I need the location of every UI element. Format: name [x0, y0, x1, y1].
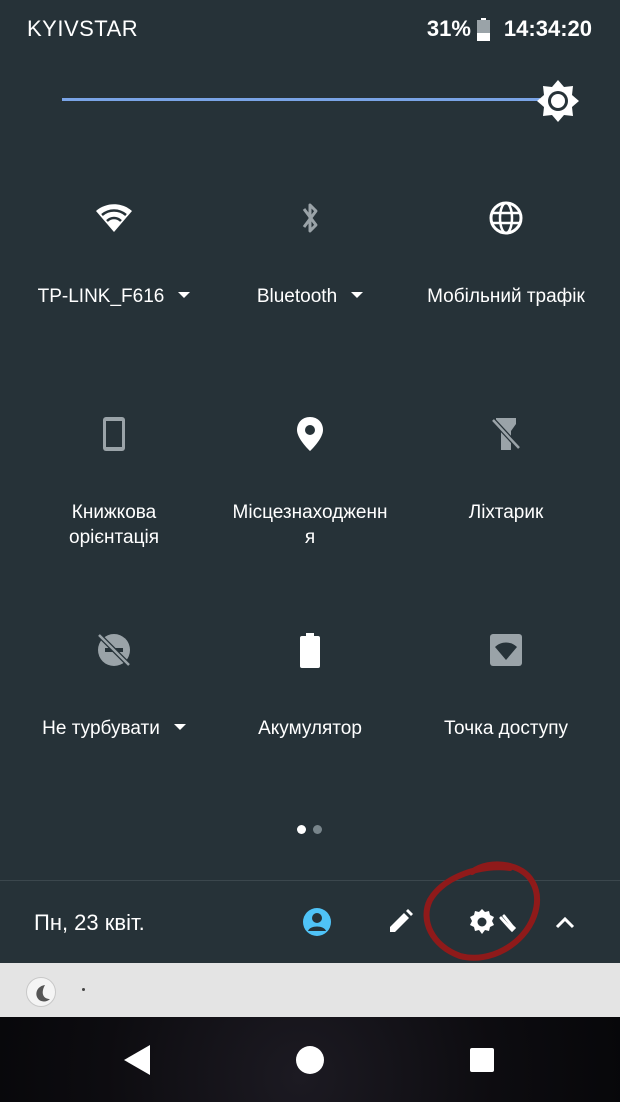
collapse-chevron-icon[interactable]: [546, 903, 584, 941]
notification-strip[interactable]: [0, 963, 620, 1017]
battery-percent: 31%: [426, 16, 471, 41]
tile-dnd-label: Не турбувати: [11, 716, 217, 741]
page-dot-active: [297, 825, 306, 834]
date-label: Пн, 23 квіт.: [34, 910, 145, 935]
clock: 14:34:20: [503, 16, 592, 41]
back-icon[interactable]: [120, 1042, 156, 1078]
do-not-disturb-off-icon: [97, 633, 131, 667]
user-account-icon[interactable]: [298, 903, 336, 941]
wrench-icon: [499, 914, 517, 933]
battery-icon: [300, 633, 320, 668]
brightness-slider[interactable]: [62, 78, 602, 122]
brightness-track: [62, 98, 540, 101]
status-bar: KYIVSTAR 31% 14:34:20: [0, 0, 620, 58]
portrait-phone-icon: [103, 417, 125, 451]
tile-location-label: Місцезнаходженн я: [232, 502, 388, 548]
edit-pencil-icon[interactable]: [381, 903, 419, 941]
location-pin-icon: [297, 417, 323, 451]
hotspot-icon: [490, 634, 522, 666]
globe-icon: [489, 201, 523, 235]
tile-orientation-label: Книжкова орієнтація: [69, 502, 159, 548]
notification-dot: [82, 988, 85, 991]
tile-wifi-label: TP-LINK_F616: [11, 284, 217, 309]
wifi-icon: [96, 204, 132, 232]
status-right: 31% 14:34:20: [427, 16, 592, 42]
battery-icon: [476, 17, 490, 41]
bluetooth-off-icon: [302, 203, 318, 233]
flashlight-off-icon: [491, 418, 521, 450]
home-icon[interactable]: [292, 1042, 328, 1078]
tile-mobile-data-label: Мобільний трафік: [427, 286, 585, 307]
page-dot: [313, 825, 322, 834]
tile-battery-label: Акумулятор: [258, 718, 362, 739]
recents-icon[interactable]: [464, 1042, 500, 1078]
tile-flashlight-label: Ліхтарик: [468, 502, 544, 523]
moon-icon: [26, 977, 56, 1007]
carrier-name: KYIVSTAR: [27, 16, 139, 41]
brightness-icon[interactable]: [535, 78, 581, 124]
tile-hotspot-label: Точка доступу: [443, 718, 569, 739]
page-indicator: [297, 825, 327, 835]
tile-bluetooth-label: Bluetooth: [207, 284, 413, 309]
footer-divider: [0, 880, 620, 881]
